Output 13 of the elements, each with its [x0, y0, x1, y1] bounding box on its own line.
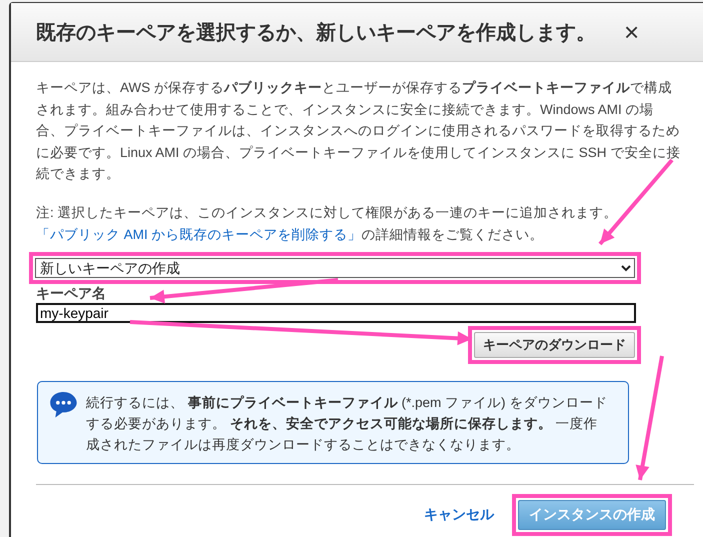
download-button[interactable]: キーペアのダウンロード	[474, 332, 635, 358]
info-text: 続行するには、 事前にプライベートキーファイル (*.pem ファイル) をダウンロードする必要があります。 それを、安全でアクセス可能な場所に保存します。 一度作成されたファイルは再度ダウンロードすることはできなくなります。	[86, 394, 608, 454]
keypair-select[interactable]: 新しいキーペアの作成	[35, 258, 635, 278]
keypair-name-field[interactable]: my-keypair	[36, 302, 636, 322]
learn-more-link[interactable]: 「パブリック AMI から既存のキーペアを削除する」	[36, 226, 362, 242]
close-button[interactable]: ×	[624, 19, 640, 45]
chat-bubble-icon	[50, 392, 78, 418]
field-label: キーペア名	[36, 284, 106, 302]
dialog-title: 既存のキーペアを選択するか、新しいキーペアを作成します。	[36, 20, 596, 46]
description-text: キーペアは、AWS が保存するパブリックキーとユーザーが保存するプライベートキーファイルで構成されます。組み合わせて使用することで、インスタンスに安全に接続できます。Windows AMI の場合、プライベートキーファイルは、インスタンスへのログインに使用されるパスワードを取得するために必要です。Linux AMI の場合、プライベートキーファイルを使用してインスタンスに SSH で安全に接続できます。	[36, 79, 681, 183]
note-suffix: の詳細情報をご覧ください。	[362, 226, 544, 242]
note-text: 注: 選択したキーペアは、このインスタンスに対して権限がある一連のキーに追加されます。	[36, 204, 618, 220]
cancel-button[interactable]: キャンセル	[418, 504, 500, 524]
